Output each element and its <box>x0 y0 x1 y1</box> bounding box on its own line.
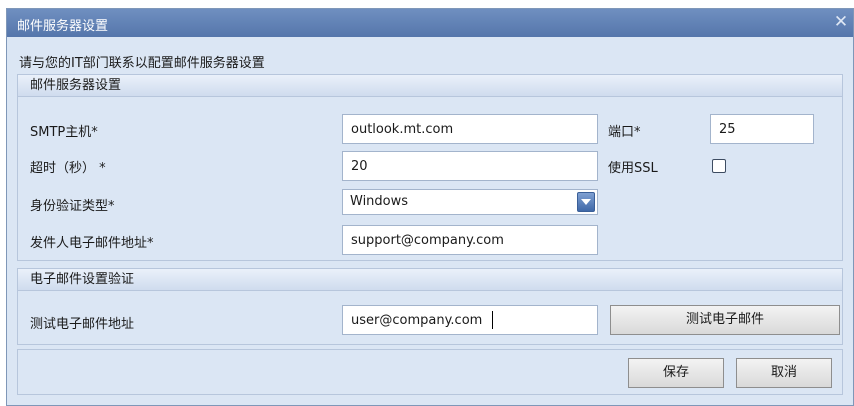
test-email-button[interactable]: 测试电子邮件 <box>610 305 840 335</box>
use-ssl-checkbox[interactable] <box>712 159 726 173</box>
title-bar[interactable]: 邮件服务器设置 ✕ <box>7 9 853 37</box>
sender-email-label: 发件人电子邮件地址* <box>30 236 154 251</box>
sender-email-input[interactable] <box>342 225 598 255</box>
auth-type-select[interactable]: Windows <box>342 189 598 215</box>
use-ssl-label: 使用SSL <box>608 161 658 176</box>
port-label: 端口* <box>608 125 641 140</box>
footer-panel: 保存 取消 <box>17 349 843 395</box>
server-settings-header: 邮件服务器设置 <box>18 75 842 97</box>
test-email-label: 测试电子邮件地址 <box>30 317 135 332</box>
timeout-input[interactable] <box>342 151 598 181</box>
test-email-input[interactable] <box>342 305 598 335</box>
auth-type-label: 身份验证类型* <box>30 199 115 214</box>
dialog-title: 邮件服务器设置 <box>17 19 109 34</box>
save-button[interactable]: 保存 <box>628 358 724 388</box>
email-verification-group: 电子邮件设置验证 测试电子邮件地址 测试电子邮件 <box>17 268 843 345</box>
text-cursor <box>492 311 493 329</box>
email-verification-header: 电子邮件设置验证 <box>18 269 842 291</box>
cancel-button[interactable]: 取消 <box>736 358 832 388</box>
chevron-down-icon[interactable] <box>577 192 595 212</box>
timeout-label: 超时（秒） * <box>30 161 106 176</box>
port-input[interactable] <box>710 114 814 144</box>
smtp-host-label: SMTP主机* <box>30 125 98 140</box>
server-settings-group: 邮件服务器设置 SMTP主机* 端口* 超时（秒） * 使用SSL 身份验证类型… <box>17 74 843 261</box>
instruction-text: 请与您的IT部门联系以配置邮件服务器设置 <box>19 56 265 71</box>
close-icon[interactable]: ✕ <box>831 12 851 32</box>
auth-type-value: Windows <box>350 194 409 209</box>
smtp-host-input[interactable] <box>342 114 598 144</box>
mail-server-settings-dialog: 邮件服务器设置 ✕ 请与您的IT部门联系以配置邮件服务器设置 邮件服务器设置 S… <box>6 8 854 406</box>
